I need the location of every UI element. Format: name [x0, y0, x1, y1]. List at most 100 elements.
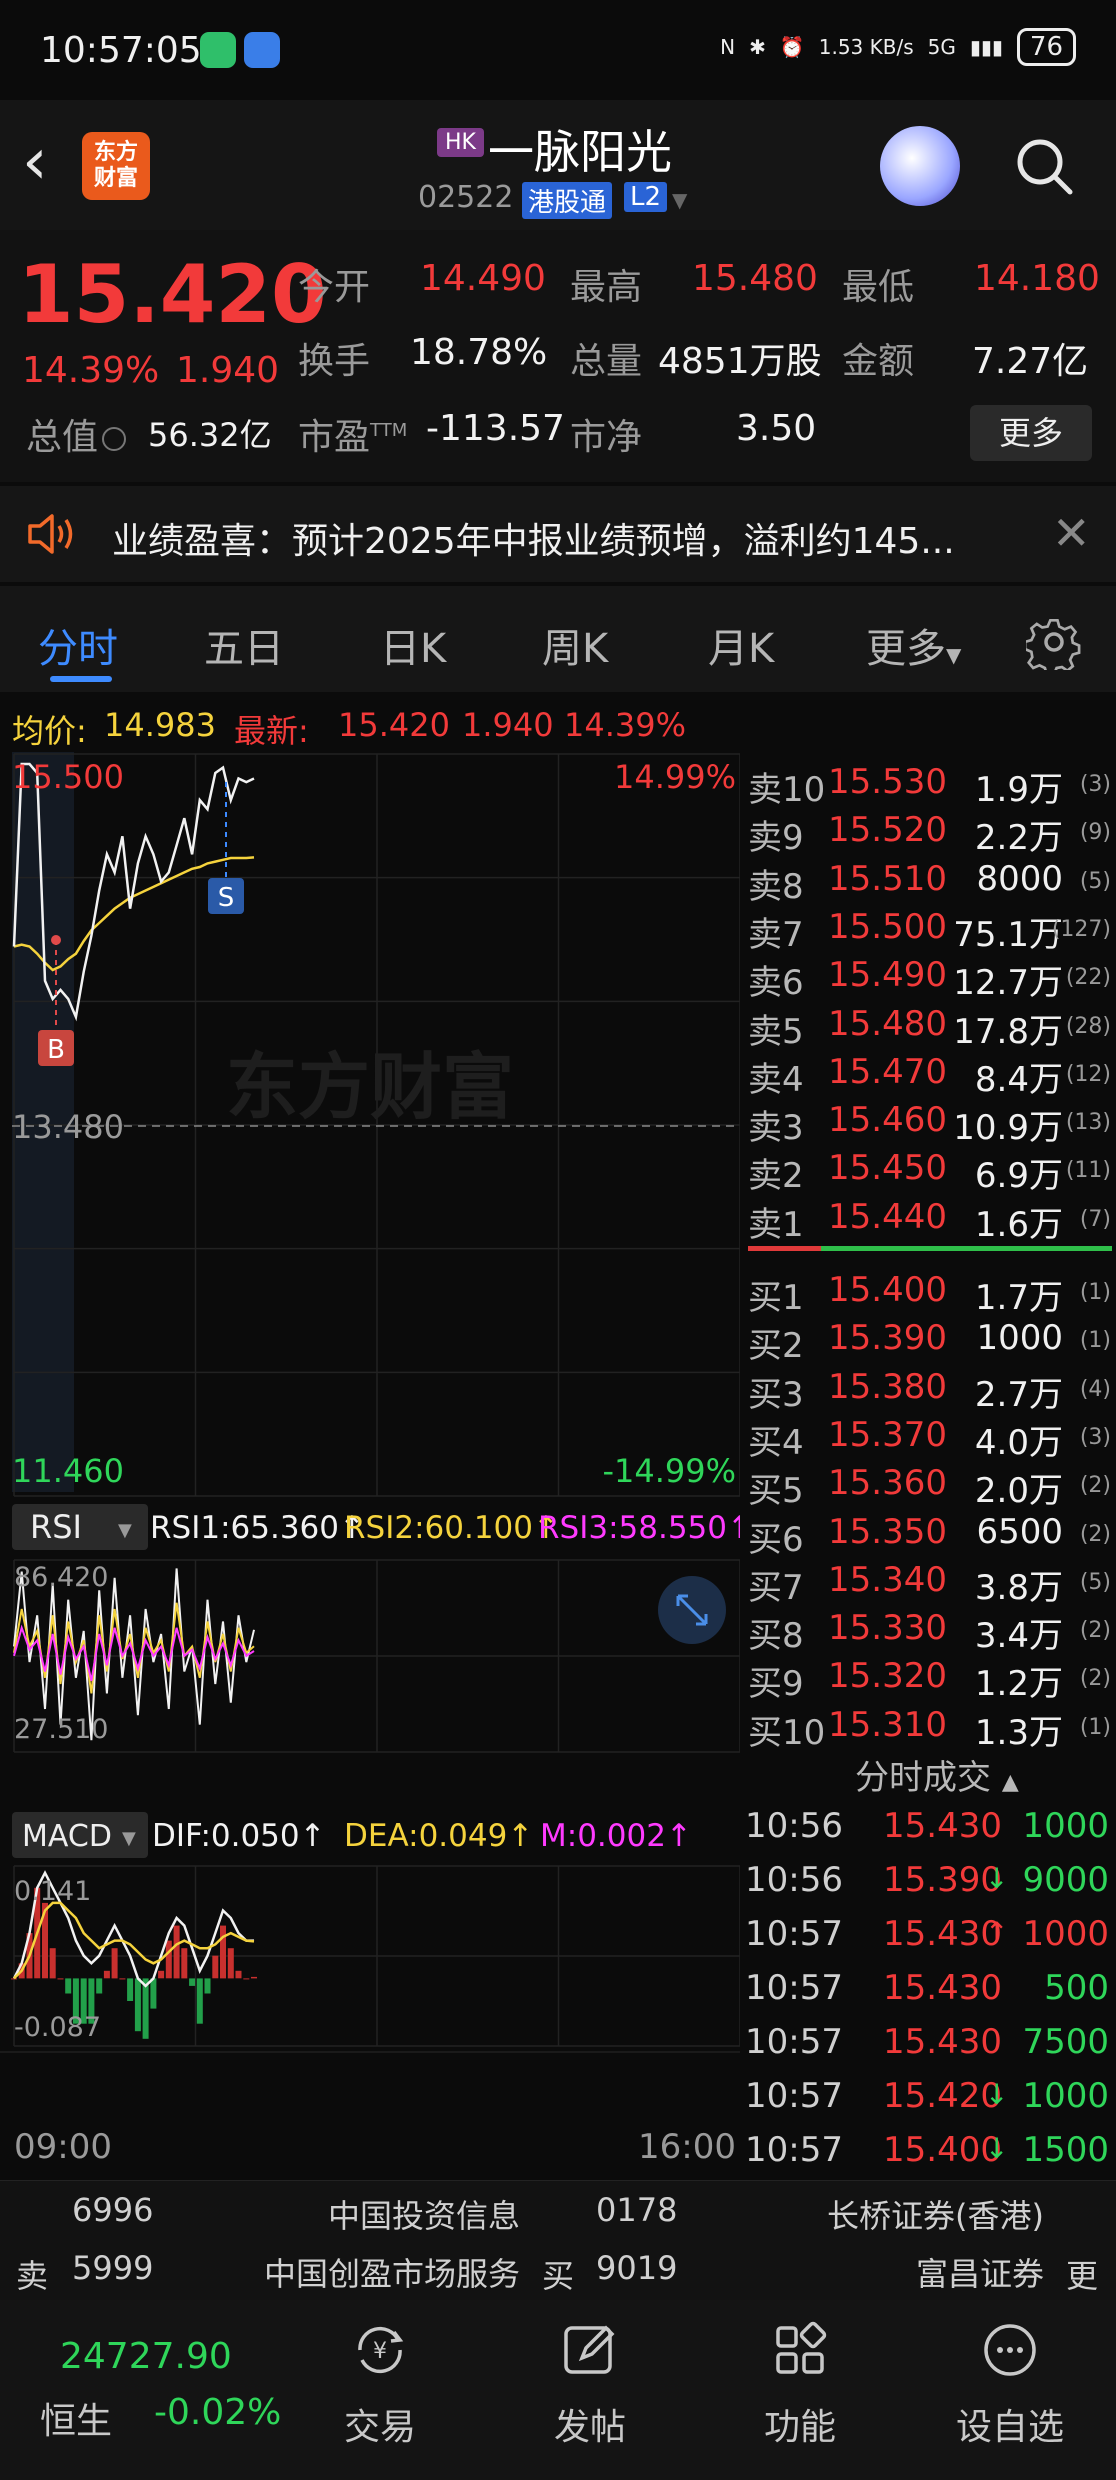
tick-row: 10:56 15.430 1000: [745, 1800, 1115, 1854]
sell-order-row[interactable]: 卖4 15.470 8.4万 (12): [745, 1048, 1115, 1100]
more-button[interactable]: 更多: [970, 405, 1092, 461]
buy-order-row[interactable]: 买1 15.400 1.7万 (1): [745, 1266, 1115, 1318]
order-price: 15.510: [828, 858, 947, 899]
index-name[interactable]: 恒生: [40, 2392, 112, 2444]
order-volume: 10.9万: [953, 1108, 1063, 1149]
buy-order-row[interactable]: 买3 15.380 2.7万 (4): [745, 1363, 1115, 1415]
speaker-icon: [28, 514, 73, 554]
order-volume: 12.7万: [953, 963, 1063, 1004]
sell-order-row[interactable]: 卖9 15.520 2.2万 (9): [745, 806, 1115, 858]
macd-bar: [158, 1970, 165, 1979]
sell-order-row[interactable]: 卖10 15.530 1.9万 (3): [745, 758, 1115, 810]
assistant-robot-icon[interactable]: [880, 126, 960, 206]
rsi1-text: RSI1:65.360: [150, 1510, 339, 1546]
order-volume: 6500: [976, 1511, 1063, 1552]
order-price: 15.360: [828, 1463, 947, 1504]
order-count: (1): [1079, 1280, 1111, 1305]
chevron-down-icon[interactable]: ▼: [672, 188, 687, 212]
order-volume: 1.3万: [974, 1712, 1063, 1753]
buy-order-row[interactable]: 买9 15.320 1.2万 (2): [745, 1652, 1115, 1704]
nav-trade[interactable]: ¥ 交易: [310, 2320, 450, 2450]
order-price: 15.390: [828, 1318, 947, 1359]
tick-volume: 1000: [1022, 1914, 1109, 1954]
tab-five-day[interactable]: 五日: [204, 616, 284, 674]
gear-icon[interactable]: [1026, 614, 1082, 670]
mcap-value: 56.32亿: [148, 416, 272, 454]
tab-daily-k[interactable]: 日K: [380, 616, 446, 674]
sell-order-row[interactable]: 卖7 15.500 75.1万 (127): [745, 903, 1115, 955]
open-label: 今开: [298, 267, 371, 308]
sell-order-row[interactable]: 卖2 15.450 6.9万 (11): [745, 1144, 1115, 1196]
macd-bar: [243, 1978, 250, 1980]
order-price: 15.330: [828, 1608, 947, 1649]
buy-order-row[interactable]: 买2 15.390 1000 (1): [745, 1314, 1115, 1366]
macd-bar: [96, 1978, 103, 1994]
buy-marker-dot: [51, 935, 61, 945]
active-tab-indicator: [50, 676, 112, 682]
order-count: (1): [1079, 1714, 1111, 1740]
buy-broker-code: 0178: [596, 2191, 678, 2229]
announcement-bar[interactable]: 业绩盈喜：预计2025年中报业绩预增，溢利约145... ✕: [0, 486, 1116, 582]
macd-bar: [189, 1978, 196, 1986]
buy-order-row[interactable]: 买7 15.340 3.8万 (5): [745, 1556, 1115, 1608]
tick-price: 15.430: [883, 2022, 1002, 2062]
stock-name[interactable]: 一脉阳光: [488, 116, 672, 182]
order-volume: 1000: [976, 1318, 1063, 1359]
pct-axis-top: 14.99%: [614, 758, 736, 796]
order-label: 买4: [748, 1422, 804, 1463]
order-volume: 4.0万: [974, 1422, 1063, 1463]
intraday-chart[interactable]: 东方财富 15.500 14.99% 13.480 11.460 -14.99%…: [0, 752, 740, 2172]
order-volume: 17.8万: [953, 1011, 1063, 1052]
order-price: 15.490: [828, 955, 947, 996]
order-volume: 2.0万: [974, 1471, 1063, 1512]
order-label: 买3: [748, 1374, 804, 1415]
sell-order-row[interactable]: 卖6 15.490 12.7万 (22): [745, 951, 1115, 1003]
info-icon[interactable]: [102, 427, 127, 451]
order-label: 卖3: [748, 1108, 804, 1149]
sell-order-row[interactable]: 卖5 15.480 17.8万 (28): [745, 1000, 1115, 1052]
macd-axis-bottom: -0.087: [14, 2012, 101, 2043]
order-label: 卖5: [748, 1011, 804, 1052]
sell-order-row[interactable]: 卖1 15.440 1.6万 (7): [745, 1193, 1115, 1245]
announcement-text[interactable]: 业绩盈喜：预计2025年中报业绩预增，溢利约145...: [112, 512, 955, 564]
nav-post[interactable]: 发帖: [520, 2320, 660, 2450]
tab-monthly-k[interactable]: 月K: [708, 616, 774, 674]
network-type: 5G: [927, 35, 956, 59]
svg-text:¥: ¥: [373, 2339, 387, 2364]
turnover-value: 18.78%: [410, 332, 548, 373]
order-label: 买7: [748, 1567, 804, 1608]
m-arrow: ↑: [666, 1818, 692, 1854]
buy-order-row[interactable]: 买10 15.310 1.3万 (1): [745, 1701, 1115, 1753]
tab-intraday[interactable]: 分时: [38, 616, 118, 674]
macd-bar: [220, 1925, 226, 1979]
buy-broker-name: 富昌证券: [915, 2255, 1044, 2293]
back-button[interactable]: ‹: [22, 130, 48, 194]
ticks-title[interactable]: 分时成交 ▲: [855, 1750, 1019, 1799]
sell-order-row[interactable]: 卖3 15.460 10.9万 (13): [745, 1096, 1115, 1148]
sell-broker-code: 5999: [72, 2249, 154, 2287]
sell-order-row[interactable]: 卖8 15.510 8000 (5): [745, 855, 1115, 907]
close-icon[interactable]: ✕: [1052, 510, 1091, 556]
macd-bar: [49, 1948, 56, 1979]
order-volume: 3.4万: [974, 1616, 1063, 1657]
price-axis-top: 15.500: [12, 758, 124, 796]
tick-time: 10:57: [745, 1914, 843, 1954]
bluetooth-icon: ✱: [749, 35, 766, 59]
search-icon[interactable]: [1012, 134, 1076, 198]
macd-bar: [251, 1976, 257, 1979]
nav-add-watchlist[interactable]: 设自选: [940, 2320, 1080, 2450]
tab-weekly-k[interactable]: 周K: [542, 616, 608, 674]
tab-more[interactable]: 更多▼: [866, 616, 961, 674]
buy-order-row[interactable]: 买5 15.360 2.0万 (2): [745, 1459, 1115, 1511]
nav-functions[interactable]: 功能: [730, 2320, 870, 2450]
buy-order-row[interactable]: 买8 15.330 3.4万 (2): [745, 1604, 1115, 1656]
order-price: 15.340: [828, 1559, 947, 1600]
index-value[interactable]: 24727.90: [60, 2336, 232, 2377]
broker-more-button[interactable]: 更: [1066, 2251, 1098, 2297]
order-label: 买2: [748, 1326, 804, 1367]
macd-bar: [181, 1948, 188, 1979]
nav-functions-label: 功能: [763, 2407, 836, 2448]
buy-order-row[interactable]: 买4 15.370 4.0万 (3): [745, 1411, 1115, 1463]
buy-order-row[interactable]: 买6 15.350 6500 (2): [745, 1508, 1115, 1560]
tick-row: 10:57 15.400 ↓ 1500: [745, 2124, 1115, 2178]
